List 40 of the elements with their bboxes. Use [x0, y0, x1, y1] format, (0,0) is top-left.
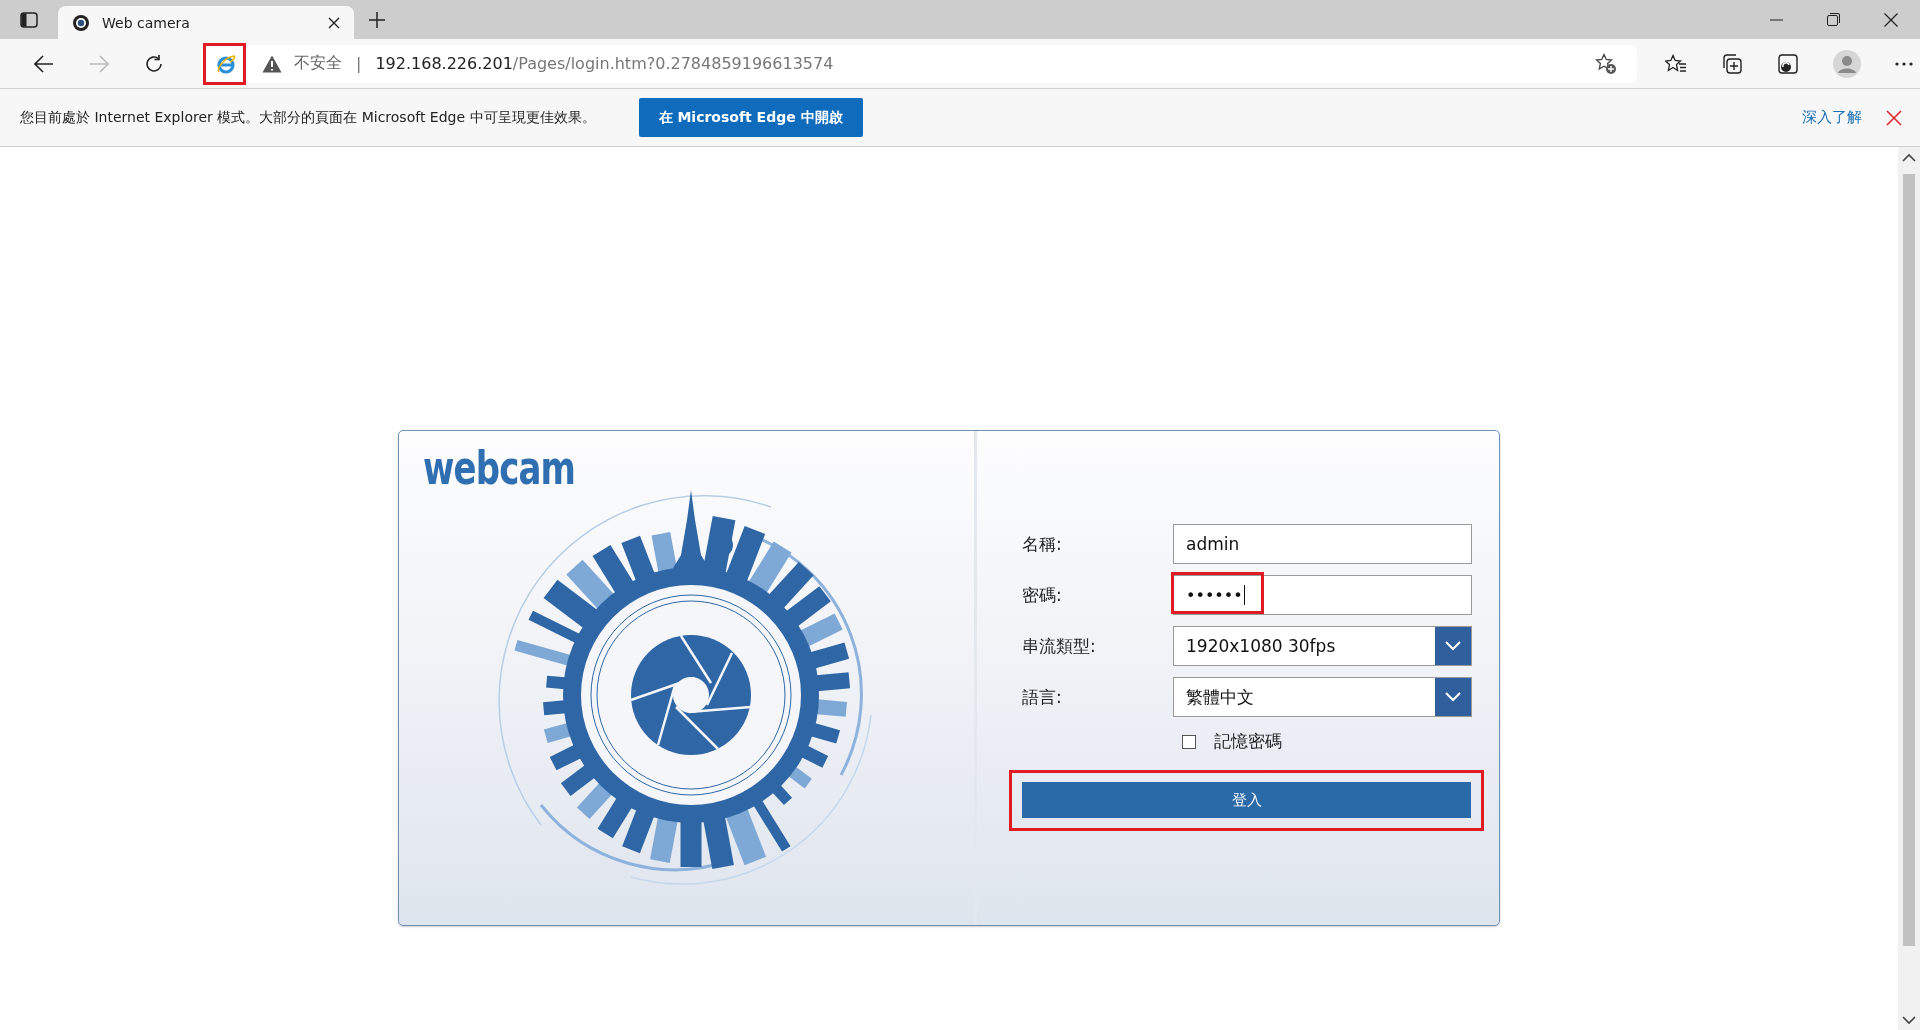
- collections-icon[interactable]: [1721, 52, 1743, 75]
- refresh-icon[interactable]: [143, 53, 164, 74]
- restore-icon[interactable]: [1827, 13, 1840, 26]
- add-favorite-icon[interactable]: [1595, 52, 1617, 75]
- favorites-icon[interactable]: [1665, 53, 1687, 74]
- profile-avatar-icon[interactable]: [1833, 49, 1861, 78]
- scroll-up-icon[interactable]: [1902, 153, 1916, 162]
- field-label: 串流類型:: [1022, 634, 1097, 658]
- ie-mode-message: 您目前處於 Internet Explorer 模式。大部分的頁面在 Microsoft Edge 中可呈現更佳效果。: [20, 108, 596, 127]
- login-button[interactable]: 登入: [1022, 782, 1471, 818]
- dropdown-field[interactable]: 1920x1080 30fps: [1173, 626, 1472, 666]
- separator-text: |: [356, 54, 362, 73]
- new-tab-icon[interactable]: [368, 10, 386, 29]
- internet-explorer-mode-icon[interactable]: [215, 52, 237, 75]
- minimize-icon[interactable]: [1770, 18, 1783, 21]
- url-text[interactable]: 192.168.226.201/Pages/login.htm?0.2784859196613574: [375, 54, 834, 73]
- dropdown-field[interactable]: 繁體中文: [1173, 677, 1472, 717]
- password-field[interactable]: ••••••: [1173, 575, 1472, 615]
- back-arrow-icon[interactable]: [33, 54, 54, 73]
- learn-more-link[interactable]: 深入了解: [1802, 108, 1862, 127]
- warning-icon: [262, 54, 282, 73]
- tab-actions-icon[interactable]: [20, 11, 38, 28]
- field-label: 名稱:: [1022, 532, 1063, 556]
- remember-checkbox[interactable]: [1182, 734, 1196, 749]
- browser-essentials-icon[interactable]: [1777, 52, 1799, 75]
- open-in-edge-button[interactable]: 在 Microsoft Edge 中開啟: [638, 98, 863, 137]
- scrollbar[interactable]: [1898, 147, 1920, 1030]
- more-options-icon[interactable]: [1895, 61, 1913, 66]
- scroll-down-icon[interactable]: [1902, 1016, 1916, 1025]
- close-icon[interactable]: [328, 16, 340, 29]
- field-label: 密碼:: [1022, 583, 1063, 607]
- checkbox-label[interactable]: 記憶密碼: [1214, 730, 1282, 753]
- username-field[interactable]: admin: [1173, 524, 1472, 564]
- field-label: 語言:: [1022, 685, 1063, 709]
- tab-title: Web camera: [102, 14, 191, 31]
- webcam-logo: webcam: [423, 445, 577, 491]
- close-icon[interactable]: [1884, 12, 1898, 27]
- camera-icon: [72, 13, 90, 32]
- browser-tab[interactable]: Web camera: [58, 6, 354, 39]
- security-label[interactable]: 不安全: [294, 53, 342, 74]
